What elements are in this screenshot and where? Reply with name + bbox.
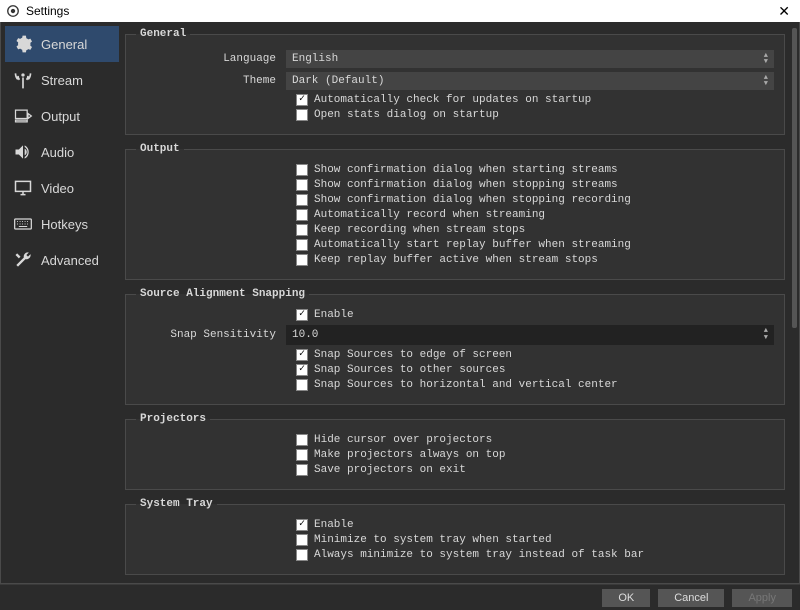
language-value: English: [292, 53, 338, 65]
theme-label: Theme: [136, 75, 286, 87]
sidebar-item-general[interactable]: General: [5, 26, 119, 62]
save-exit-label[interactable]: Save projectors on exit: [314, 464, 466, 476]
ok-button[interactable]: OK: [602, 589, 650, 607]
auto-update-label[interactable]: Automatically check for updates on start…: [314, 94, 591, 106]
sidebar: General Stream Output Audio Video Hotkey…: [1, 22, 119, 583]
section-tray: System Tray Enable Minimize to system tr…: [125, 498, 785, 575]
auto-update-checkbox[interactable]: [296, 94, 308, 106]
keep-replay-checkbox[interactable]: [296, 254, 308, 266]
sidebar-item-label: Hotkeys: [41, 217, 88, 232]
snap-sensitivity-label: Snap Sensitivity: [136, 329, 286, 341]
section-title: Source Alignment Snapping: [136, 288, 309, 300]
snap-center-label[interactable]: Snap Sources to horizontal and vertical …: [314, 379, 618, 391]
keyboard-icon: [13, 214, 33, 234]
always-top-label[interactable]: Make projectors always on top: [314, 449, 505, 461]
monitor-icon: [13, 178, 33, 198]
section-projectors: Projectors Hide cursor over projectors M…: [125, 413, 785, 490]
hide-cursor-checkbox[interactable]: [296, 434, 308, 446]
confirm-stop-rec-label[interactable]: Show confirmation dialog when stopping r…: [314, 194, 631, 206]
section-title: Output: [136, 143, 184, 155]
auto-replay-checkbox[interactable]: [296, 239, 308, 251]
confirm-start-checkbox[interactable]: [296, 164, 308, 176]
theme-dropdown[interactable]: Dark (Default) ▲▼: [286, 72, 774, 90]
always-minimize-checkbox[interactable]: [296, 549, 308, 561]
confirm-stop-checkbox[interactable]: [296, 179, 308, 191]
app-icon: [6, 4, 20, 18]
always-top-checkbox[interactable]: [296, 449, 308, 461]
section-title: Projectors: [136, 413, 210, 425]
snap-other-label[interactable]: Snap Sources to other sources: [314, 364, 505, 376]
close-icon[interactable]: ✕: [774, 3, 794, 20]
language-dropdown[interactable]: English ▲▼: [286, 50, 774, 68]
spinner-arrows-icon[interactable]: ▲▼: [764, 328, 768, 342]
section-title: General: [136, 28, 190, 40]
titlebar: Settings ✕: [0, 0, 800, 22]
minimize-start-label[interactable]: Minimize to system tray when started: [314, 534, 552, 546]
updown-icon: ▲▼: [764, 75, 768, 87]
sidebar-item-output[interactable]: Output: [5, 98, 119, 134]
cancel-button[interactable]: Cancel: [658, 589, 724, 607]
sidebar-item-label: Stream: [41, 73, 83, 88]
gear-icon: [13, 34, 33, 54]
hide-cursor-label[interactable]: Hide cursor over projectors: [314, 434, 492, 446]
sidebar-item-stream[interactable]: Stream: [5, 62, 119, 98]
output-icon: [13, 106, 33, 126]
keep-recording-label[interactable]: Keep recording when stream stops: [314, 224, 525, 236]
sidebar-item-audio[interactable]: Audio: [5, 134, 119, 170]
minimize-start-checkbox[interactable]: [296, 534, 308, 546]
open-stats-checkbox[interactable]: [296, 109, 308, 121]
sidebar-item-label: Audio: [41, 145, 74, 160]
keep-recording-checkbox[interactable]: [296, 224, 308, 236]
auto-replay-label[interactable]: Automatically start replay buffer when s…: [314, 239, 631, 251]
tray-enable-label[interactable]: Enable: [314, 519, 354, 531]
sidebar-item-label: General: [41, 37, 87, 52]
sidebar-item-hotkeys[interactable]: Hotkeys: [5, 206, 119, 242]
speaker-icon: [13, 142, 33, 162]
snap-sensitivity-value: 10.0: [292, 329, 318, 341]
window-title: Settings: [26, 4, 69, 18]
save-exit-checkbox[interactable]: [296, 464, 308, 476]
dialog-footer: OK Cancel Apply: [0, 584, 800, 610]
snap-edge-checkbox[interactable]: [296, 349, 308, 361]
always-minimize-label[interactable]: Always minimize to system tray instead o…: [314, 549, 644, 561]
sidebar-item-video[interactable]: Video: [5, 170, 119, 206]
snap-other-checkbox[interactable]: [296, 364, 308, 376]
confirm-stop-rec-checkbox[interactable]: [296, 194, 308, 206]
confirm-stop-label[interactable]: Show confirmation dialog when stopping s…: [314, 179, 618, 191]
tray-enable-checkbox[interactable]: [296, 519, 308, 531]
open-stats-label[interactable]: Open stats dialog on startup: [314, 109, 499, 121]
snap-enable-checkbox[interactable]: [296, 309, 308, 321]
snap-enable-label[interactable]: Enable: [314, 309, 354, 321]
antenna-icon: [13, 70, 33, 90]
confirm-start-label[interactable]: Show confirmation dialog when starting s…: [314, 164, 618, 176]
section-snapping: Source Alignment Snapping Enable Snap Se…: [125, 288, 785, 405]
section-general: General Language English ▲▼ Theme Dark (…: [125, 28, 785, 135]
snap-edge-label[interactable]: Snap Sources to edge of screen: [314, 349, 512, 361]
sidebar-item-label: Output: [41, 109, 80, 124]
sidebar-item-label: Video: [41, 181, 74, 196]
theme-value: Dark (Default): [292, 75, 384, 87]
snap-center-checkbox[interactable]: [296, 379, 308, 391]
apply-button[interactable]: Apply: [732, 589, 792, 607]
sidebar-item-advanced[interactable]: Advanced: [5, 242, 119, 278]
keep-replay-label[interactable]: Keep replay buffer active when stream st…: [314, 254, 598, 266]
auto-record-label[interactable]: Automatically record when streaming: [314, 209, 545, 221]
section-output: Output Show confirmation dialog when sta…: [125, 143, 785, 280]
language-label: Language: [136, 53, 286, 65]
settings-content: General Language English ▲▼ Theme Dark (…: [119, 22, 799, 583]
scrollbar[interactable]: [792, 28, 797, 328]
tools-icon: [13, 250, 33, 270]
section-title: System Tray: [136, 498, 217, 510]
updown-icon: ▲▼: [764, 53, 768, 65]
auto-record-checkbox[interactable]: [296, 209, 308, 221]
sidebar-item-label: Advanced: [41, 253, 99, 268]
snap-sensitivity-spinner[interactable]: 10.0 ▲▼: [286, 325, 774, 345]
